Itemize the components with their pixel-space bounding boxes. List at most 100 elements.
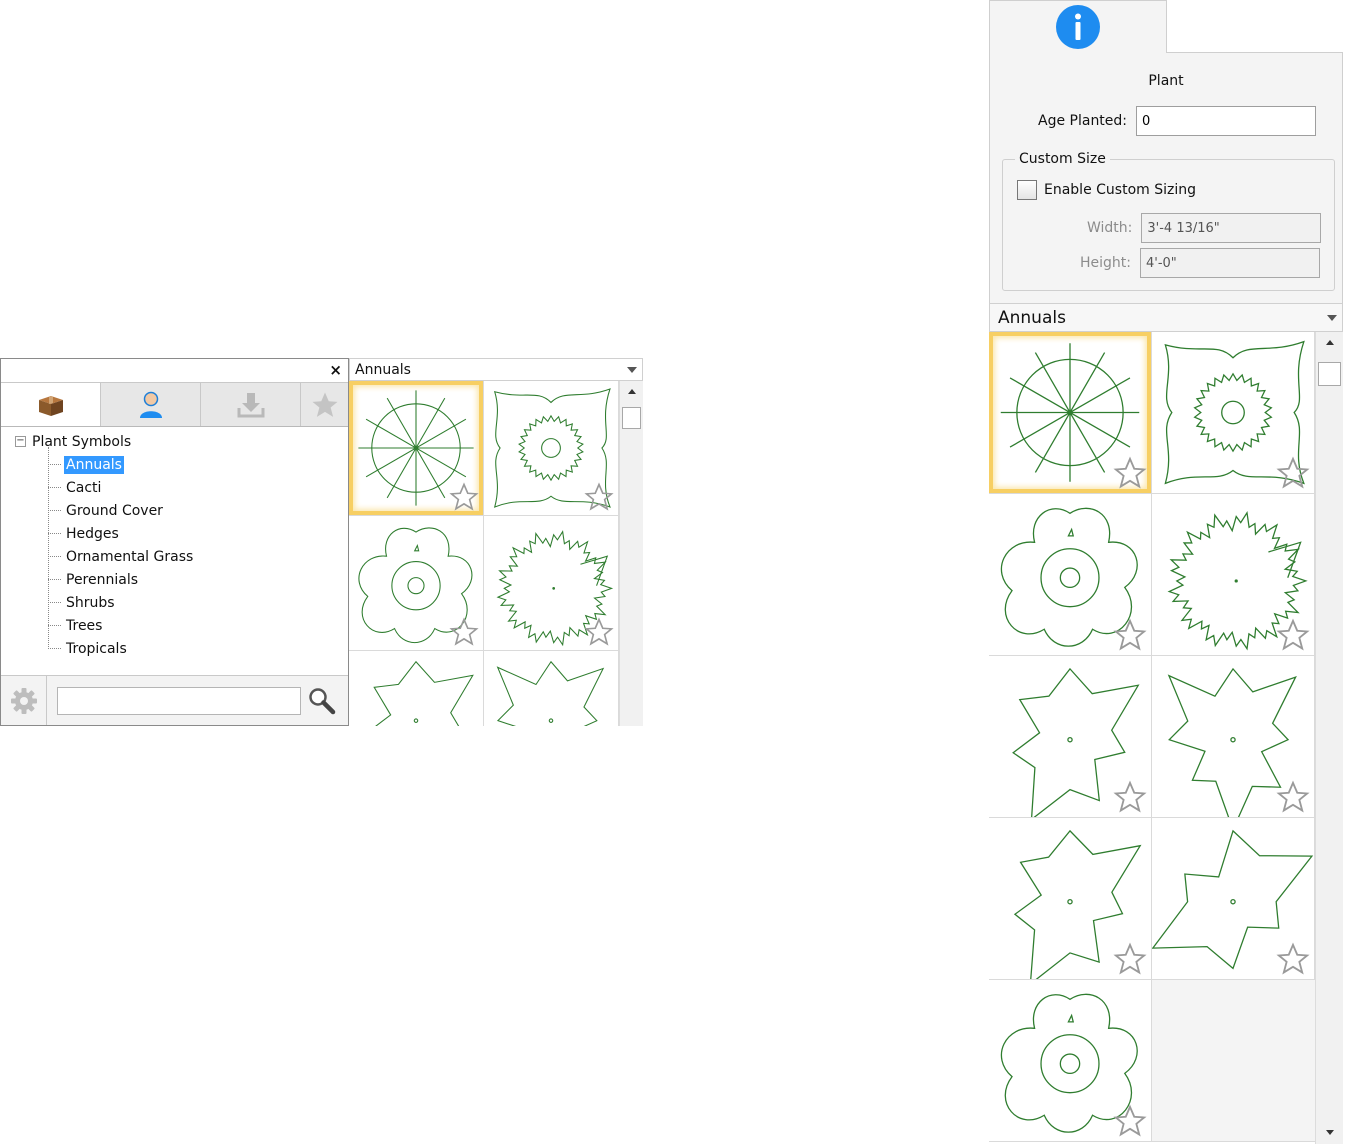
symbol-cell[interactable]: [349, 516, 484, 651]
collapse-icon[interactable]: −: [15, 436, 26, 447]
height-field: [1140, 248, 1320, 278]
symbol-cell[interactable]: [484, 516, 619, 651]
tab-downloads[interactable]: [201, 383, 301, 426]
favorite-star-icon[interactable]: [1113, 456, 1147, 490]
object-type-title: Plant: [1148, 73, 1184, 89]
star-icon: [312, 392, 337, 417]
symbol-cell[interactable]: [349, 381, 484, 516]
symbol-grid-right: [989, 332, 1315, 1144]
tree-item-ornamental-grass[interactable]: Ornamental Grass: [48, 545, 348, 568]
scroll-up-icon[interactable]: [627, 389, 636, 394]
age-planted-row: Age Planted:: [1038, 106, 1317, 136]
chevron-down-icon: [627, 366, 637, 373]
tree-item-label: Ornamental Grass: [66, 548, 194, 565]
download-icon: [237, 392, 264, 417]
library-search-bar: [1, 675, 348, 725]
scroll-thumb[interactable]: [622, 407, 641, 429]
symbol-cell[interactable]: [484, 651, 619, 726]
symbol-cell[interactable]: [989, 818, 1152, 980]
category-dropdown[interactable]: Annuals: [349, 358, 643, 381]
tree-children: Annuals Cacti Ground Cover Hedges Ornamental…: [48, 447, 348, 660]
custom-size-group: Custom Size Enable Custom Sizing Width: …: [1002, 151, 1335, 291]
checkbox-box[interactable]: [1017, 180, 1037, 200]
category-tree: − Plant Symbols Annuals Cacti Ground Cover…: [1, 427, 348, 675]
search-input[interactable]: [57, 686, 301, 715]
user-icon: [139, 391, 162, 418]
symbol-cell[interactable]: [989, 656, 1152, 818]
tree-item-trees[interactable]: Trees: [48, 614, 348, 637]
favorite-star-icon[interactable]: [584, 482, 614, 512]
symbol-cell[interactable]: [1152, 656, 1315, 818]
close-icon[interactable]: ×: [329, 361, 342, 379]
info-icon: [1056, 5, 1100, 49]
scroll-thumb[interactable]: [1318, 362, 1341, 386]
symbol-grid-right-scrollbar[interactable]: [1315, 332, 1343, 1144]
properties-body: Plant Age Planted: Custom Size Enable Cu…: [989, 53, 1343, 303]
category-dropdown-label: Annuals: [998, 307, 1066, 328]
tree-item-tropicals[interactable]: Tropicals: [48, 637, 348, 660]
box-icon: [38, 395, 63, 416]
tree-item-label: Ground Cover: [66, 502, 163, 519]
symbol-cell[interactable]: [1152, 818, 1315, 980]
tree-item-label: Perennials: [66, 571, 139, 588]
library-panel: × − Plant Symbols Annuals Cacti Ground C…: [0, 358, 349, 726]
tree-item-label: Annuals: [64, 455, 124, 474]
tab-library[interactable]: [1, 383, 101, 426]
tree-item-shrubs[interactable]: Shrubs: [48, 591, 348, 614]
custom-size-legend: Custom Size: [1015, 151, 1110, 167]
width-field: [1141, 213, 1322, 243]
symbol-grid-scrollbar[interactable]: [619, 381, 643, 726]
height-row: Height:: [1080, 248, 1320, 278]
symbol-cell[interactable]: [989, 332, 1152, 494]
tree-item-label: Shrubs: [66, 594, 115, 611]
symbol-grid: [349, 381, 619, 726]
favorite-star-icon[interactable]: [1276, 942, 1310, 976]
tab-user[interactable]: [101, 383, 201, 426]
enable-custom-sizing-checkbox[interactable]: Enable Custom Sizing: [1017, 180, 1196, 200]
favorite-star-icon[interactable]: [1276, 780, 1310, 814]
tree-root-label: Plant Symbols: [32, 433, 132, 450]
age-planted-field[interactable]: [1136, 106, 1317, 136]
width-row: Width:: [1087, 213, 1322, 243]
symbol-cell[interactable]: [1152, 494, 1315, 656]
tree-item-ground-cover[interactable]: Ground Cover: [48, 499, 348, 522]
tree-item-label: Hedges: [66, 525, 119, 542]
tree-root[interactable]: − Plant Symbols: [1, 430, 348, 453]
tree-item-annuals[interactable]: Annuals: [48, 453, 348, 476]
category-dropdown-label: Annuals: [355, 361, 411, 378]
scroll-down-icon[interactable]: [1325, 1130, 1334, 1135]
favorite-star-icon[interactable]: [1113, 780, 1147, 814]
symbol-cell[interactable]: [349, 651, 484, 726]
favorite-star-icon[interactable]: [1113, 942, 1147, 976]
search-icon[interactable]: [307, 686, 337, 716]
symbol-cell[interactable]: [989, 494, 1152, 656]
enable-custom-sizing-label: Enable Custom Sizing: [1044, 182, 1196, 198]
favorite-star-icon[interactable]: [584, 617, 614, 647]
empty-cell: [1152, 980, 1315, 1142]
category-dropdown-right[interactable]: Annuals: [989, 303, 1343, 332]
symbol-cell[interactable]: [989, 980, 1152, 1142]
symbol-cell[interactable]: [484, 381, 619, 516]
tab-favorites[interactable]: [301, 383, 348, 426]
favorite-star-icon[interactable]: [1276, 456, 1310, 490]
chevron-down-icon: [1327, 314, 1337, 321]
favorite-star-icon[interactable]: [449, 482, 479, 512]
favorite-star-icon[interactable]: [1276, 618, 1310, 652]
width-label: Width:: [1087, 220, 1133, 236]
height-label: Height:: [1080, 255, 1131, 271]
library-titlebar: ×: [1, 359, 348, 383]
tree-item-perennials[interactable]: Perennials: [48, 568, 348, 591]
scroll-up-icon[interactable]: [1325, 340, 1334, 345]
symbol-cell[interactable]: [1152, 332, 1315, 494]
favorite-star-icon[interactable]: [1113, 618, 1147, 652]
gear-icon[interactable]: [1, 676, 47, 725]
tree-item-label: Tropicals: [66, 640, 127, 657]
favorite-star-icon[interactable]: [449, 617, 479, 647]
favorite-star-icon[interactable]: [1113, 1104, 1147, 1138]
tree-item-cacti[interactable]: Cacti: [48, 476, 348, 499]
tree-item-label: Cacti: [66, 479, 102, 496]
library-tabs: [1, 383, 348, 427]
tab-info[interactable]: [989, 0, 1167, 53]
age-planted-label: Age Planted:: [1038, 113, 1128, 129]
tree-item-hedges[interactable]: Hedges: [48, 522, 348, 545]
